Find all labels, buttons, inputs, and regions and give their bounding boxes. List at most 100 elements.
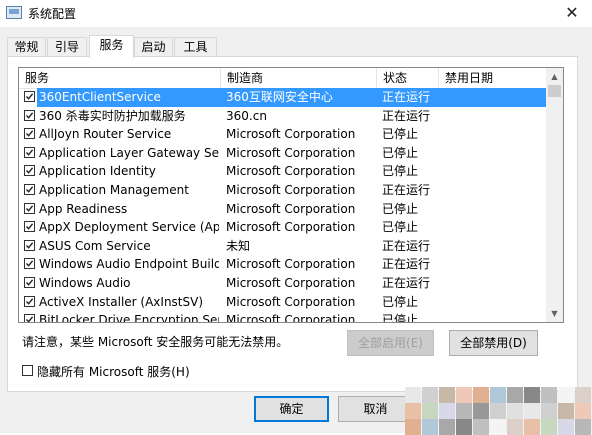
checkmark-icon xyxy=(25,242,34,249)
service-vendor: 360.cn xyxy=(226,108,267,123)
mosaic-tile xyxy=(490,403,506,419)
service-name: AppX Deployment Service (AppX... xyxy=(39,220,219,235)
service-checkbox[interactable] xyxy=(24,258,35,270)
close-button[interactable]: ✕ xyxy=(560,2,584,24)
service-row[interactable]: AllJoyn Router Service Microsoft Corporat… xyxy=(19,125,546,144)
service-checkbox[interactable] xyxy=(24,109,35,121)
service-checkbox[interactable] xyxy=(24,146,35,158)
service-checkbox[interactable] xyxy=(24,239,35,251)
service-status: 正在运行 xyxy=(382,257,431,272)
mosaic-tile xyxy=(473,387,489,403)
service-vendor: 360互联网安全中心 xyxy=(226,90,333,104)
ok-button[interactable]: 确定 xyxy=(254,396,329,422)
tab-boot[interactable]: 引导 xyxy=(47,37,87,56)
service-row[interactable]: ASUS Com Service 未知 正在运行 xyxy=(19,237,546,256)
checkmark-icon xyxy=(25,204,34,212)
service-vendor: Microsoft Corporation xyxy=(226,276,356,290)
service-name: Application Identity xyxy=(39,164,156,179)
scroll-thumb[interactable] xyxy=(548,85,561,97)
enable-all-button[interactable]: 全部启用(E) xyxy=(347,330,434,356)
service-name: AllJoyn Router Service xyxy=(39,127,172,142)
service-row[interactable]: Application Layer Gateway Service Microso… xyxy=(19,144,546,163)
service-name: 360 杀毒实时防护加载服务 xyxy=(39,108,186,123)
service-vendor: 未知 xyxy=(226,238,251,253)
service-name: Windows Audio xyxy=(39,276,131,290)
mosaic-tile xyxy=(490,387,506,403)
services-list[interactable]: 服务 制造商 状态 禁用日期 360EntClientService 360互联网… xyxy=(18,67,564,323)
service-status: 已停止 xyxy=(382,313,419,323)
vertical-scrollbar[interactable]: ▲ ▼ xyxy=(546,68,563,322)
mosaic-tile xyxy=(422,387,438,403)
checkmark-icon xyxy=(25,223,34,230)
service-row[interactable]: BitLocker Drive Encryption Service Micros… xyxy=(19,311,546,323)
checkmark-icon xyxy=(25,167,34,175)
service-row[interactable]: AppX Deployment Service (AppX... Microsof… xyxy=(19,218,546,237)
checkmark-icon xyxy=(25,149,34,156)
service-row[interactable]: Windows Audio Microsoft Corporation 正在运行 xyxy=(19,274,546,293)
service-vendor: Microsoft Corporation xyxy=(226,220,356,235)
service-vendor: Microsoft Corporation xyxy=(226,201,356,216)
service-name: 360EntClientService xyxy=(39,90,161,104)
tab-services[interactable]: 服务 xyxy=(89,35,134,58)
service-checkbox[interactable] xyxy=(24,314,35,322)
list-header: 服务 制造商 状态 禁用日期 xyxy=(19,68,546,89)
mosaic-tile xyxy=(405,387,421,403)
service-checkbox[interactable] xyxy=(24,221,35,233)
title-bar: 系统配置 ✕ xyxy=(0,0,592,27)
service-status: 正在运行 xyxy=(382,238,431,253)
service-row[interactable]: 360 杀毒实时防护加载服务 360.cn 正在运行 xyxy=(19,107,546,126)
security-note: 请注意，某些 Microsoft 安全服务可能无法禁用。 xyxy=(22,335,289,349)
hide-ms-label: 隐藏所有 Microsoft 服务(H) xyxy=(37,365,190,379)
service-checkbox[interactable] xyxy=(24,165,35,177)
mosaic-tile xyxy=(507,387,523,403)
mosaic-tile xyxy=(456,403,472,419)
mosaic-tile xyxy=(422,403,438,419)
mosaic-tile xyxy=(541,387,557,403)
checkmark-icon xyxy=(25,130,34,137)
service-row[interactable]: App Readiness Microsoft Corporation 已停止 xyxy=(19,200,546,219)
service-status: 已停止 xyxy=(382,127,419,142)
disable-all-button[interactable]: 全部禁用(D) xyxy=(449,330,538,356)
hide-ms-checkbox[interactable] xyxy=(22,365,33,376)
tab-general[interactable]: 常规 xyxy=(7,37,46,56)
mosaic-tile xyxy=(541,403,557,419)
column-header-vendor[interactable]: 制造商 xyxy=(221,68,377,88)
service-row[interactable]: 360EntClientService 360互联网安全中心 正在运行 xyxy=(19,88,546,107)
service-row[interactable]: ActiveX Installer (AxInstSV) Microsoft Co… xyxy=(19,293,546,312)
service-checkbox[interactable] xyxy=(24,91,35,102)
column-header-status[interactable]: 状态 xyxy=(377,68,439,88)
service-row[interactable]: Windows Audio Endpoint Builder Microsoft … xyxy=(19,255,546,274)
service-checkbox[interactable] xyxy=(24,202,35,214)
mosaic-tile xyxy=(456,387,472,403)
service-checkbox[interactable] xyxy=(24,277,35,288)
tab-startup[interactable]: 启动 xyxy=(134,37,173,56)
service-name: Application Layer Gateway Service xyxy=(39,145,219,160)
checkmark-icon xyxy=(25,279,34,286)
service-checkbox[interactable] xyxy=(24,184,35,195)
service-status: 正在运行 xyxy=(382,183,431,197)
system-config-icon xyxy=(6,6,22,19)
service-checkbox[interactable] xyxy=(24,128,35,140)
service-checkbox[interactable] xyxy=(24,295,35,307)
service-vendor: Microsoft Corporation xyxy=(226,127,356,142)
mosaic-tile xyxy=(575,403,591,419)
service-name: Application Management xyxy=(39,183,189,197)
service-status: 已停止 xyxy=(382,220,419,235)
service-status: 已停止 xyxy=(382,294,419,309)
blurred-watermark xyxy=(405,387,592,435)
scroll-up-icon[interactable]: ▲ xyxy=(546,68,563,85)
checkmark-icon xyxy=(25,111,34,119)
mosaic-tile xyxy=(439,387,455,403)
service-name: Windows Audio Endpoint Builder xyxy=(39,257,219,272)
service-status: 已停止 xyxy=(382,201,419,216)
service-vendor: Microsoft Corporation xyxy=(226,257,356,272)
service-row[interactable]: Application Management Microsoft Corporat… xyxy=(19,181,546,200)
service-status: 正在运行 xyxy=(382,276,431,290)
service-row[interactable]: Application Identity Microsoft Corporatio… xyxy=(19,162,546,181)
column-header-service[interactable]: 服务 xyxy=(19,68,221,88)
tab-tools[interactable]: 工具 xyxy=(174,37,217,56)
scroll-down-icon[interactable]: ▼ xyxy=(546,305,563,322)
column-header-disabled-date[interactable]: 禁用日期 xyxy=(439,68,546,88)
cancel-button[interactable]: 取消 xyxy=(338,396,413,422)
service-vendor: Microsoft Corporation xyxy=(226,294,356,309)
